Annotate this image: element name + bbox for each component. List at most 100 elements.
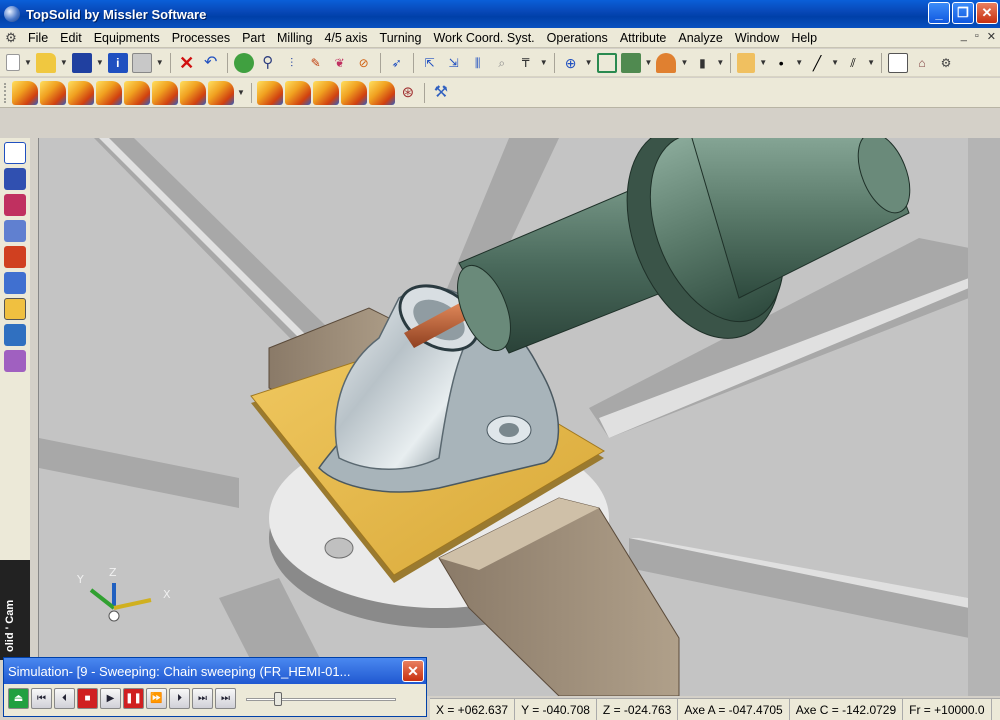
menu-processes[interactable]: Processes — [166, 31, 236, 45]
mdi-minimize-button[interactable]: _ — [961, 30, 967, 43]
hook-icon[interactable]: ⌕ — [492, 53, 512, 73]
hatch-icon[interactable]: ⫽ — [843, 53, 863, 73]
new-file-icon[interactable] — [6, 54, 20, 71]
mdi-close-button[interactable]: ✕ — [987, 30, 996, 43]
cam-mode-icon[interactable] — [4, 298, 26, 320]
simulation-close-button[interactable]: ✕ — [402, 660, 424, 682]
assembly-icon[interactable] — [4, 246, 26, 268]
close-button[interactable]: ✕ — [976, 2, 998, 24]
menu-bar: ⚙ File Edit Equipments Processes Part Mi… — [0, 28, 1000, 48]
go-to-end-icon[interactable]: ⏭ — [215, 688, 236, 709]
brand-strip: olid ' Cam — [0, 560, 30, 660]
pause-icon[interactable]: ❚❚ — [123, 688, 144, 709]
sheet-icon[interactable] — [887, 52, 908, 73]
open-folder-icon[interactable] — [35, 52, 56, 73]
status-z: Z = -024.763 — [597, 699, 679, 720]
scale-icon[interactable]: ⇲ — [444, 53, 464, 73]
cam-operation-1-icon[interactable] — [12, 80, 38, 105]
machine-icon[interactable] — [4, 324, 26, 346]
fast-forward-icon[interactable]: ⏩ — [146, 688, 167, 709]
sketch-icon[interactable] — [4, 142, 26, 164]
step-forward-icon[interactable]: ⏵ — [169, 688, 190, 709]
skip-end-icon[interactable]: ⏭ — [192, 688, 213, 709]
cam-operation-4-icon[interactable] — [96, 80, 122, 105]
measure-icon[interactable]: ✎ — [306, 53, 326, 73]
tools-icon[interactable]: ⫶ — [282, 53, 302, 73]
simulation-icon[interactable] — [4, 350, 26, 372]
config-icon[interactable]: ⚙ — [936, 53, 956, 73]
cam-finish-1-icon[interactable] — [256, 80, 283, 105]
surface-icon[interactable] — [4, 220, 26, 242]
cam-operation-2-icon[interactable] — [40, 80, 66, 105]
menu-operations[interactable]: Operations — [541, 31, 614, 45]
menu-equipments[interactable]: Equipments — [88, 31, 166, 45]
search-icon[interactable]: ⚲ — [258, 53, 278, 73]
undo-icon[interactable]: ↶ — [201, 53, 221, 73]
gear-icon[interactable]: ⚙ — [0, 30, 22, 46]
render-icon[interactable] — [656, 52, 677, 73]
toolbar-separator — [169, 52, 171, 73]
menu-part[interactable]: Part — [236, 31, 271, 45]
toolbar-separator — [423, 82, 425, 103]
cam-operation-3-icon[interactable] — [68, 80, 94, 105]
zoom-fit-icon[interactable] — [596, 52, 617, 73]
app-icon — [4, 6, 20, 22]
zoom-icon[interactable]: ⊕ — [561, 53, 581, 73]
3d-viewport[interactable]: Y Z X — [38, 138, 968, 696]
print-icon[interactable] — [131, 52, 152, 73]
cam-operation-6-icon[interactable] — [152, 80, 178, 105]
menu-4-5-axis[interactable]: 4/5 axis — [318, 31, 373, 45]
eject-icon[interactable]: ⏏ — [8, 688, 29, 709]
cam-operation-7-icon[interactable] — [180, 80, 206, 105]
inspect-icon[interactable]: ⊛ — [398, 83, 418, 103]
menu-file[interactable]: File — [22, 31, 54, 45]
stop-icon[interactable]: ■ — [77, 688, 98, 709]
color-swatch-icon[interactable] — [737, 52, 756, 73]
menu-analyze[interactable]: Analyze — [672, 31, 728, 45]
step-back-icon[interactable]: ⏴ — [54, 688, 75, 709]
move-icon[interactable]: ⇱ — [420, 53, 440, 73]
menu-window[interactable]: Window — [729, 31, 785, 45]
menu-work-coord-syst[interactable]: Work Coord. Syst. — [427, 31, 540, 45]
minimize-button[interactable]: _ — [928, 2, 950, 24]
stamp-icon[interactable]: ⌂ — [912, 53, 932, 73]
pointer-icon[interactable]: ➶ — [387, 53, 407, 73]
text-icon[interactable]: ₸ — [516, 53, 536, 73]
delete-icon[interactable]: ✕ — [177, 53, 197, 73]
play-icon[interactable]: ▶ — [100, 688, 121, 709]
element-icon[interactable]: ❦ — [330, 53, 350, 73]
rewind-start-icon[interactable]: ⏮ — [31, 688, 52, 709]
menu-edit[interactable]: Edit — [54, 31, 88, 45]
point-style-icon[interactable]: • — [771, 53, 791, 73]
status-feedrate: Fr = +10000.0 — [903, 699, 992, 720]
line-style-icon[interactable]: ╱ — [807, 53, 827, 73]
menu-turning[interactable]: Turning — [374, 31, 428, 45]
process-icon[interactable] — [4, 272, 26, 294]
cam-finish-4-icon[interactable] — [340, 80, 367, 105]
cam-operation-5-icon[interactable] — [124, 80, 150, 105]
slider-thumb[interactable] — [274, 691, 283, 706]
cam-finish-5-icon[interactable] — [368, 80, 395, 105]
tool-holder-icon[interactable]: ⚒ — [431, 83, 451, 103]
toolbar-handle — [4, 82, 7, 103]
info-icon[interactable]: i — [107, 52, 128, 73]
restore-button[interactable]: ❐ — [952, 2, 974, 24]
cam-finish-3-icon[interactable] — [312, 80, 339, 105]
curve-icon[interactable] — [4, 194, 26, 216]
align-icon[interactable]: ⫼ — [468, 53, 488, 73]
hide-icon[interactable]: ⊘ — [354, 53, 374, 73]
layer-icon[interactable]: ▮ — [692, 53, 712, 73]
cam-finish-2-icon[interactable] — [284, 80, 311, 105]
menu-milling[interactable]: Milling — [271, 31, 318, 45]
bolt-hole-inner — [499, 423, 519, 437]
status-bar: X = +062.637 Y = -040.708 Z = -024.763 A… — [430, 698, 1000, 720]
shape-icon[interactable] — [4, 168, 26, 190]
menu-attribute[interactable]: Attribute — [614, 31, 673, 45]
refresh-icon[interactable] — [233, 52, 254, 73]
save-icon[interactable] — [71, 52, 92, 73]
menu-help[interactable]: Help — [785, 31, 823, 45]
view-icon[interactable] — [620, 52, 641, 73]
cam-operation-8-icon[interactable] — [208, 80, 234, 105]
mdi-restore-button[interactable]: ▫ — [975, 30, 979, 43]
simulation-speed-slider[interactable] — [246, 689, 396, 709]
